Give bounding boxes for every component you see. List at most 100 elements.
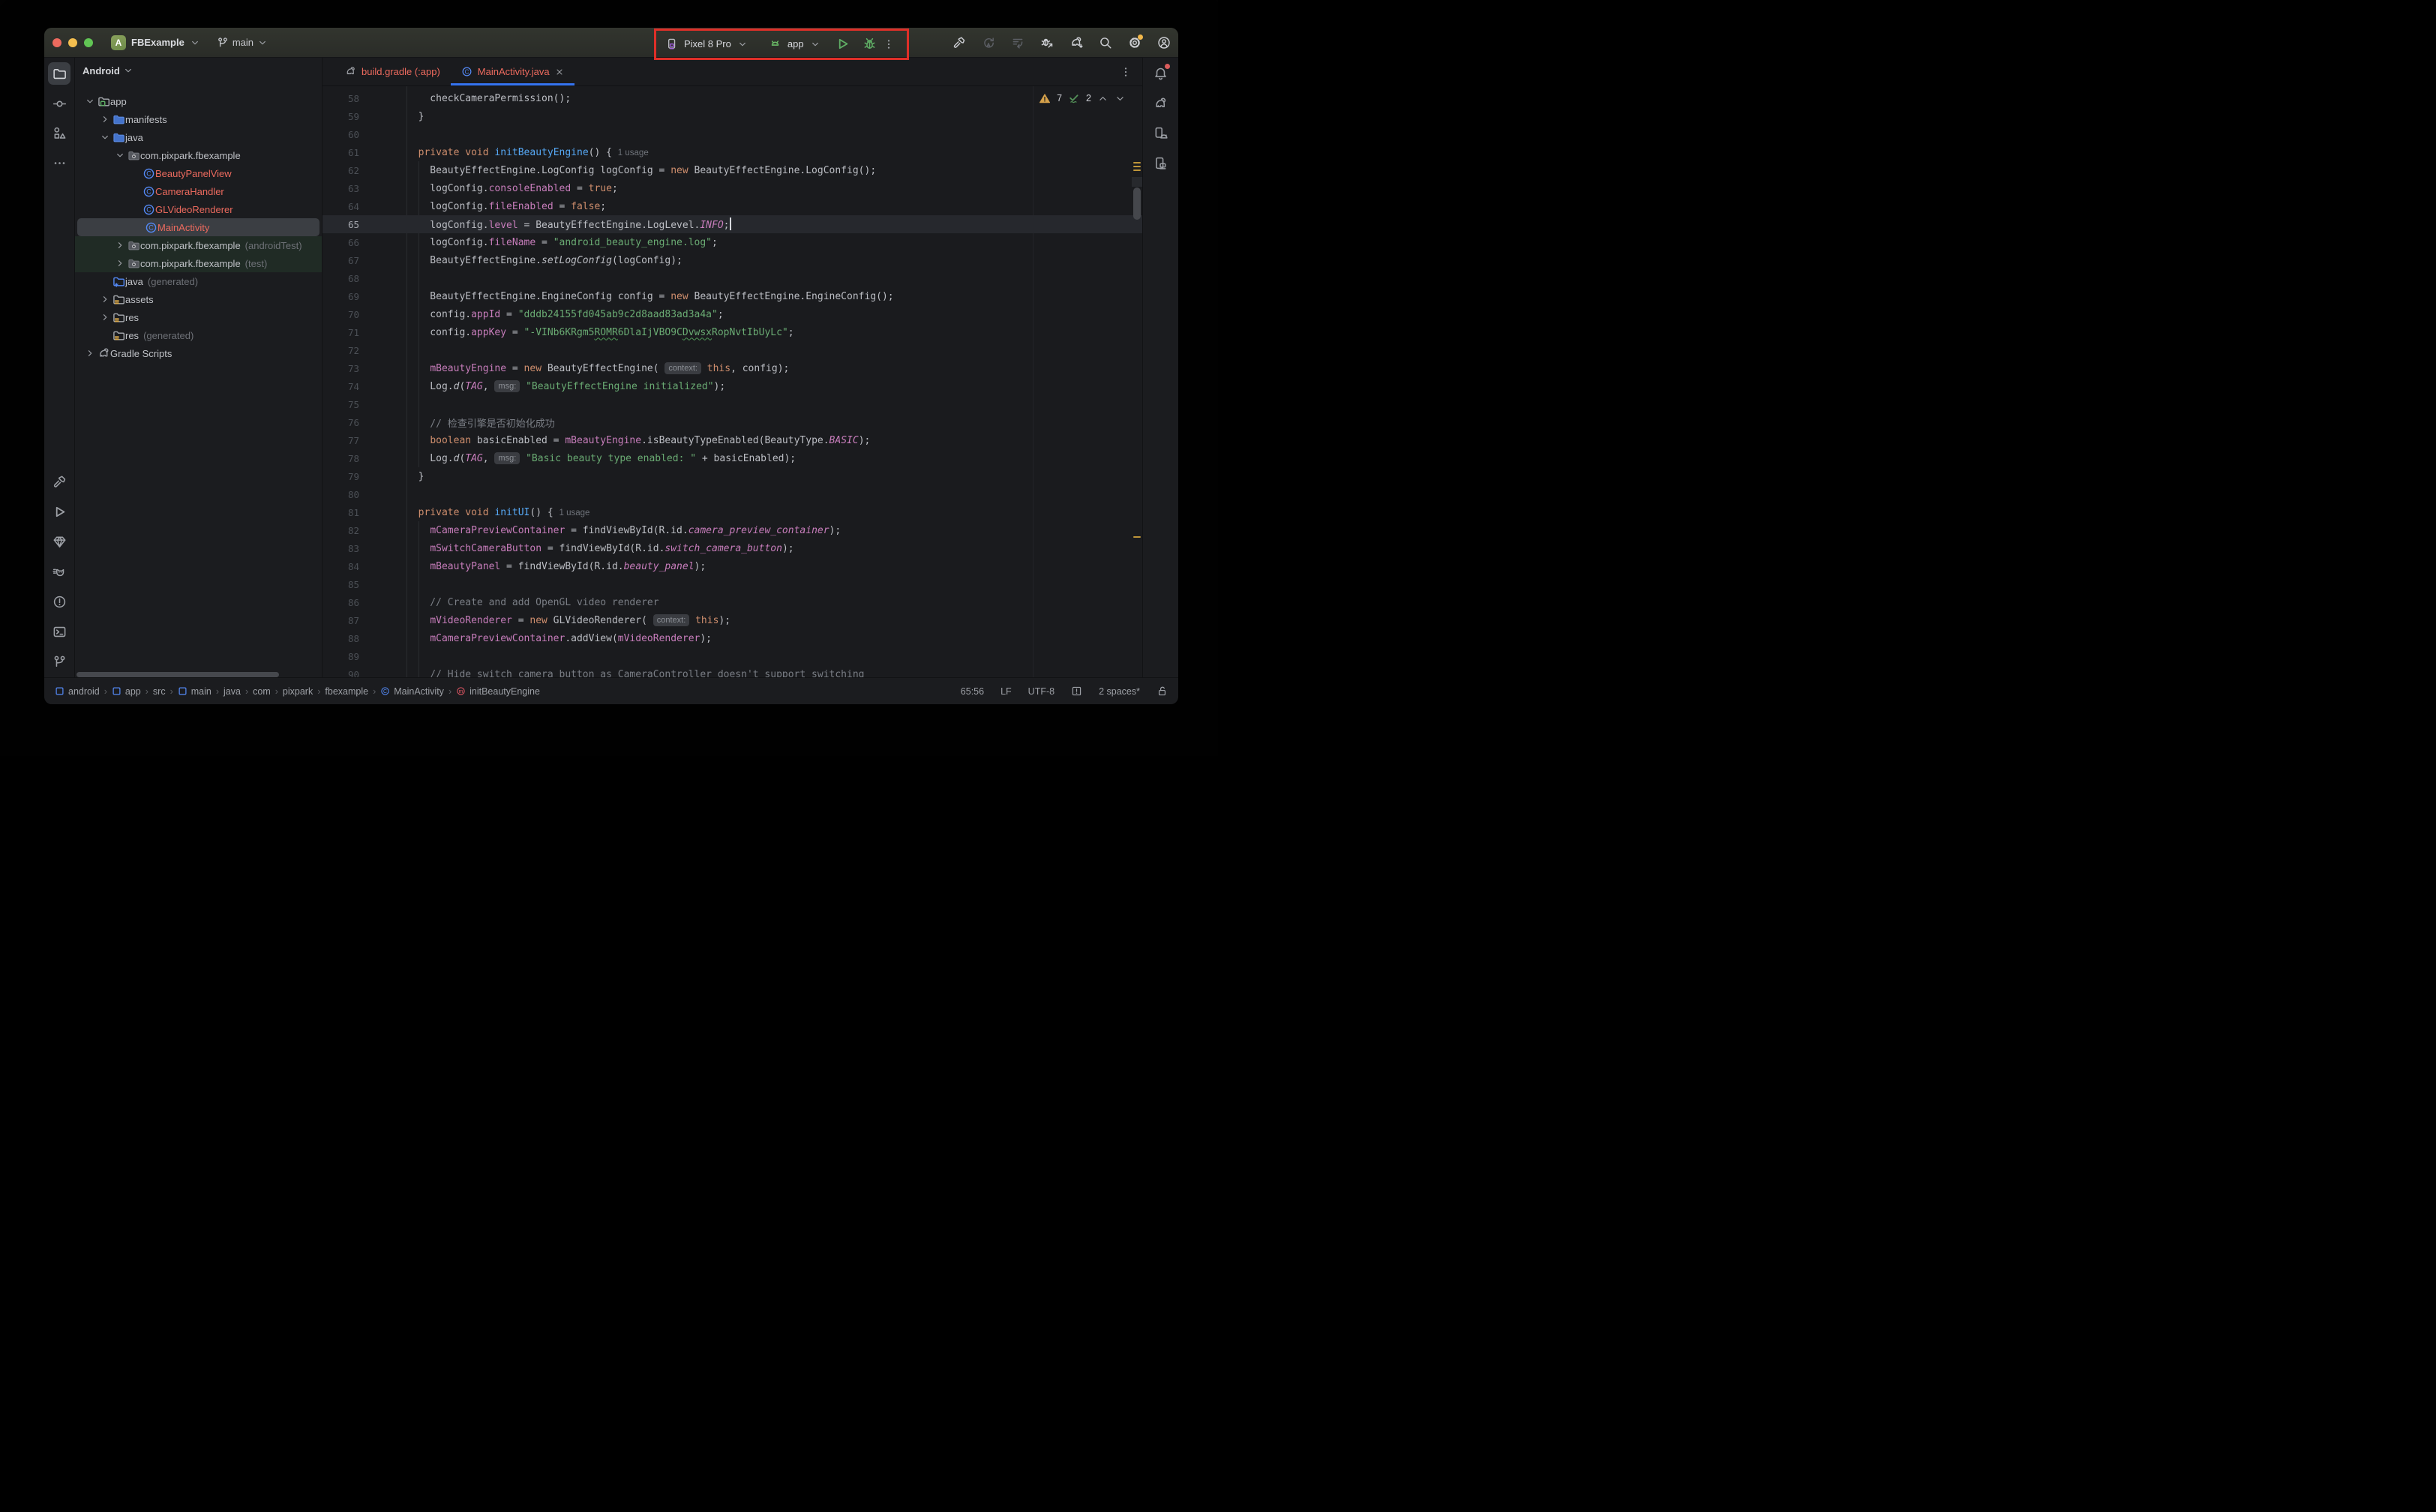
tree-item-app[interactable]: app [75, 92, 322, 110]
breadcrumb-app[interactable]: app [112, 686, 141, 697]
code-line-77[interactable]: 77 boolean basicEnabled = mBeautyEngine.… [322, 431, 1142, 449]
readonly-indicator[interactable] [1071, 686, 1082, 697]
line-number[interactable]: 65 [322, 219, 359, 230]
line-number[interactable]: 67 [322, 255, 359, 266]
code-line-76[interactable]: 76 // 检查引擎是否初始化成功 [322, 413, 1142, 431]
line-number[interactable]: 73 [322, 363, 359, 374]
line-separator[interactable]: LF [1000, 686, 1012, 697]
tree-chevron-icon[interactable] [112, 239, 128, 251]
more-icon[interactable] [48, 152, 70, 174]
rerun-disabled-icon[interactable] [982, 36, 995, 50]
code-line-69[interactable]: 69 BeautyEffectEngine.EngineConfig confi… [322, 287, 1142, 305]
breadcrumb-initbeautyengine[interactable]: minitBeautyEngine [456, 686, 540, 697]
line-number[interactable]: 72 [322, 345, 359, 356]
line-number[interactable]: 64 [322, 201, 359, 212]
terminal-icon[interactable] [48, 620, 70, 643]
code-line-72[interactable]: 72 [322, 341, 1142, 359]
zoom-window-button[interactable] [84, 38, 93, 47]
editor-tab-build-gradle-app-[interactable]: build.gradle (:app) [334, 58, 451, 86]
tree-item-com-pixpark-fbexample[interactable]: com.pixpark.fbexample(androidTest) [75, 236, 322, 254]
code-line-66[interactable]: 66 logConfig.fileName = "android_beauty_… [322, 233, 1142, 251]
line-number[interactable]: 77 [322, 435, 359, 446]
gradle-sync-icon[interactable] [1070, 36, 1083, 50]
line-number[interactable]: 80 [322, 489, 359, 500]
run-configuration-selector[interactable]: app [788, 38, 804, 50]
file-lock[interactable] [1156, 686, 1168, 697]
tree-item-beautypanelview[interactable]: CBeautyPanelView [75, 164, 322, 182]
tree-chevron-icon[interactable] [112, 257, 128, 269]
code-line-64[interactable]: 64 logConfig.fileEnabled = false; [322, 197, 1142, 215]
line-number[interactable]: 76 [322, 417, 359, 428]
line-number[interactable]: 87 [322, 615, 359, 626]
line-number[interactable]: 83 [322, 543, 359, 554]
code-line-59[interactable]: 59 } [322, 107, 1142, 125]
commit-icon[interactable] [48, 92, 70, 115]
tree-chevron-icon[interactable] [112, 149, 128, 161]
run-button[interactable] [836, 37, 850, 51]
line-number[interactable]: 66 [322, 237, 359, 248]
code-line-88[interactable]: 88 mCameraPreviewContainer.addView(mVide… [322, 629, 1142, 647]
breadcrumb-com[interactable]: com [253, 686, 271, 697]
breadcrumb-fbexample[interactable]: fbexample [325, 686, 368, 697]
tree-item-res[interactable]: res [75, 308, 322, 326]
editor-scrollbar-thumb[interactable] [1133, 188, 1141, 220]
code-line-90[interactable]: 90 // Hide switch camera button as Camer… [322, 665, 1142, 677]
breadcrumb-main[interactable]: main [178, 686, 212, 697]
code-line-62[interactable]: 62 BeautyEffectEngine.LogConfig logConfi… [322, 161, 1142, 179]
structure-icon[interactable] [48, 122, 70, 144]
caret-position[interactable]: 65:56 [961, 686, 984, 697]
debug-button[interactable] [862, 37, 877, 51]
project-tree-hscrollbar[interactable] [76, 672, 279, 677]
next-problem-chevron-icon[interactable] [1114, 93, 1126, 104]
tree-item-camerahandler[interactable]: CCameraHandler [75, 182, 322, 200]
more-run-options-kebab-icon[interactable] [883, 38, 895, 50]
tree-item-com-pixpark-fbexample[interactable]: com.pixpark.fbexample [75, 146, 322, 164]
line-number[interactable]: 62 [322, 165, 359, 176]
minimize-window-button[interactable] [68, 38, 77, 47]
build-hammer-icon[interactable] [48, 470, 70, 493]
line-number[interactable]: 60 [322, 129, 359, 140]
error-stripe[interactable] [1132, 86, 1142, 677]
problems-icon[interactable] [48, 590, 70, 613]
settings-icon[interactable] [1128, 36, 1142, 50]
tree-item-com-pixpark-fbexample[interactable]: com.pixpark.fbexample(test) [75, 254, 322, 272]
file-encoding[interactable]: UTF-8 [1028, 686, 1054, 697]
line-number[interactable]: 79 [322, 471, 359, 482]
build-hammer-icon[interactable] [952, 36, 966, 50]
code-line-63[interactable]: 63 logConfig.consoleEnabled = true; [322, 179, 1142, 197]
search-icon[interactable] [1099, 36, 1112, 50]
code-line-58[interactable]: 58 checkCameraPermission(); [322, 89, 1142, 107]
line-number[interactable]: 89 [322, 651, 359, 662]
project-view-header[interactable]: Android [75, 58, 322, 83]
code-line-70[interactable]: 70 config.appId = "dddb24155fd045ab9c2d8… [322, 305, 1142, 323]
logcat-icon[interactable] [48, 560, 70, 583]
close-window-button[interactable] [52, 38, 62, 47]
running-devices-icon[interactable] [1150, 152, 1172, 174]
notifications-bell-icon[interactable] [1150, 62, 1172, 85]
account-icon[interactable] [1157, 36, 1171, 50]
code-line-71[interactable]: 71 config.appKey = "-VINb6KRgm5ROMR6DlaI… [322, 323, 1142, 341]
breadcrumb-pixpark[interactable]: pixpark [283, 686, 313, 697]
code-line-75[interactable]: 75 [322, 395, 1142, 413]
line-number[interactable]: 85 [322, 579, 359, 590]
code-line-86[interactable]: 86 // Create and add OpenGL video render… [322, 593, 1142, 611]
tree-item-assets[interactable]: assets [75, 290, 322, 308]
app-quality-insights-icon[interactable] [48, 530, 70, 553]
line-number[interactable]: 90 [322, 669, 359, 678]
code-editor[interactable]: 58 checkCameraPermission();59 }6061 priv… [322, 86, 1142, 677]
tree-chevron-icon[interactable] [82, 95, 98, 107]
tab-options-kebab-icon[interactable] [1120, 58, 1132, 86]
editor-tab-mainactivity-java[interactable]: CMainActivity.java [451, 58, 574, 86]
tree-item-glvideorenderer[interactable]: CGLVideoRenderer [75, 200, 322, 218]
device-selector[interactable]: Pixel 8 Pro [684, 38, 731, 50]
vcs-branch-selector[interactable]: main [217, 37, 268, 49]
chevron-down-icon[interactable] [810, 39, 820, 50]
prev-problem-chevron-icon[interactable] [1097, 93, 1108, 104]
tree-item-res[interactable]: res(generated) [75, 326, 322, 344]
line-number[interactable]: 70 [322, 309, 359, 320]
version-control-icon[interactable] [48, 650, 70, 673]
line-number[interactable]: 74 [322, 381, 359, 392]
line-number[interactable]: 71 [322, 327, 359, 338]
line-number[interactable]: 68 [322, 273, 359, 284]
chevron-down-icon[interactable] [737, 39, 748, 50]
